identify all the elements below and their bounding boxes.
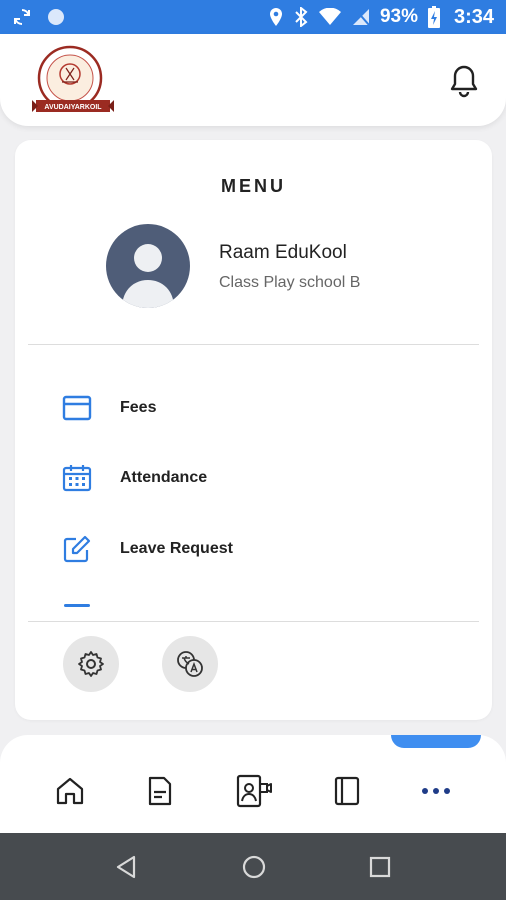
menu-title: MENU (221, 176, 286, 196)
sync-icon (14, 9, 30, 25)
partial-menu-icon (64, 604, 90, 607)
menu-card: MENU Raam EduKool Class Play school B Fe… (15, 140, 492, 720)
nav-more[interactable] (416, 771, 456, 811)
wifi-icon (318, 8, 341, 25)
clock: 3:34 (453, 5, 494, 28)
video-contact-icon (236, 774, 272, 808)
battery-percentage: 93% (379, 6, 418, 27)
menu-item-fees[interactable]: Fees (59, 386, 459, 430)
menu-item-label: Fees (120, 399, 157, 416)
avatar[interactable] (106, 224, 190, 308)
divider (28, 344, 479, 345)
translate-icon (177, 651, 203, 677)
user-name: Raam EduKool (219, 242, 347, 263)
language-button[interactable] (162, 636, 218, 692)
calendar-icon (59, 460, 95, 496)
edit-icon (59, 531, 95, 567)
recents-button[interactable] (364, 851, 396, 883)
menu-item-label: Attendance (120, 469, 208, 486)
back-triangle-icon (116, 855, 136, 879)
user-class: Class Play school B (219, 274, 361, 291)
location-icon (269, 8, 282, 26)
notebook-icon (334, 776, 360, 806)
back-button[interactable] (110, 851, 142, 883)
nav-home[interactable] (50, 771, 90, 811)
nav-documents[interactable] (140, 771, 180, 811)
nav-notebook[interactable] (327, 771, 367, 811)
menu-item-label: Leave Request (120, 540, 233, 557)
menu-item-attendance[interactable]: Attendance (59, 456, 459, 500)
divider (28, 621, 479, 622)
bluetooth-icon (295, 7, 308, 27)
credit-card-icon (59, 390, 95, 426)
circle-notification-icon (48, 9, 64, 25)
app-header: AVUDAIYARKOIL (0, 34, 506, 126)
status-bar: 93% 3:34 (0, 0, 506, 34)
system-navigation-bar (0, 833, 506, 900)
more-dots-icon (422, 788, 450, 794)
nav-video-contact[interactable] (234, 771, 274, 811)
document-icon (148, 776, 172, 806)
battery-charging-icon (427, 6, 440, 28)
settings-button[interactable] (63, 636, 119, 692)
no-signal-icon (352, 8, 370, 26)
bell-icon[interactable] (446, 62, 482, 98)
school-crest-logo: AVUDAIYARKOIL (32, 44, 114, 116)
home-system-button[interactable] (238, 851, 270, 883)
home-circle-icon (242, 855, 266, 879)
home-icon (56, 777, 84, 805)
recents-square-icon (369, 856, 391, 878)
svg-text:AVUDAIYARKOIL: AVUDAIYARKOIL (44, 104, 102, 111)
menu-item-leave-request[interactable]: Leave Request (59, 527, 459, 571)
active-tab-indicator (391, 735, 481, 748)
settings-gear-icon (78, 651, 104, 677)
bottom-navigation (0, 735, 506, 833)
